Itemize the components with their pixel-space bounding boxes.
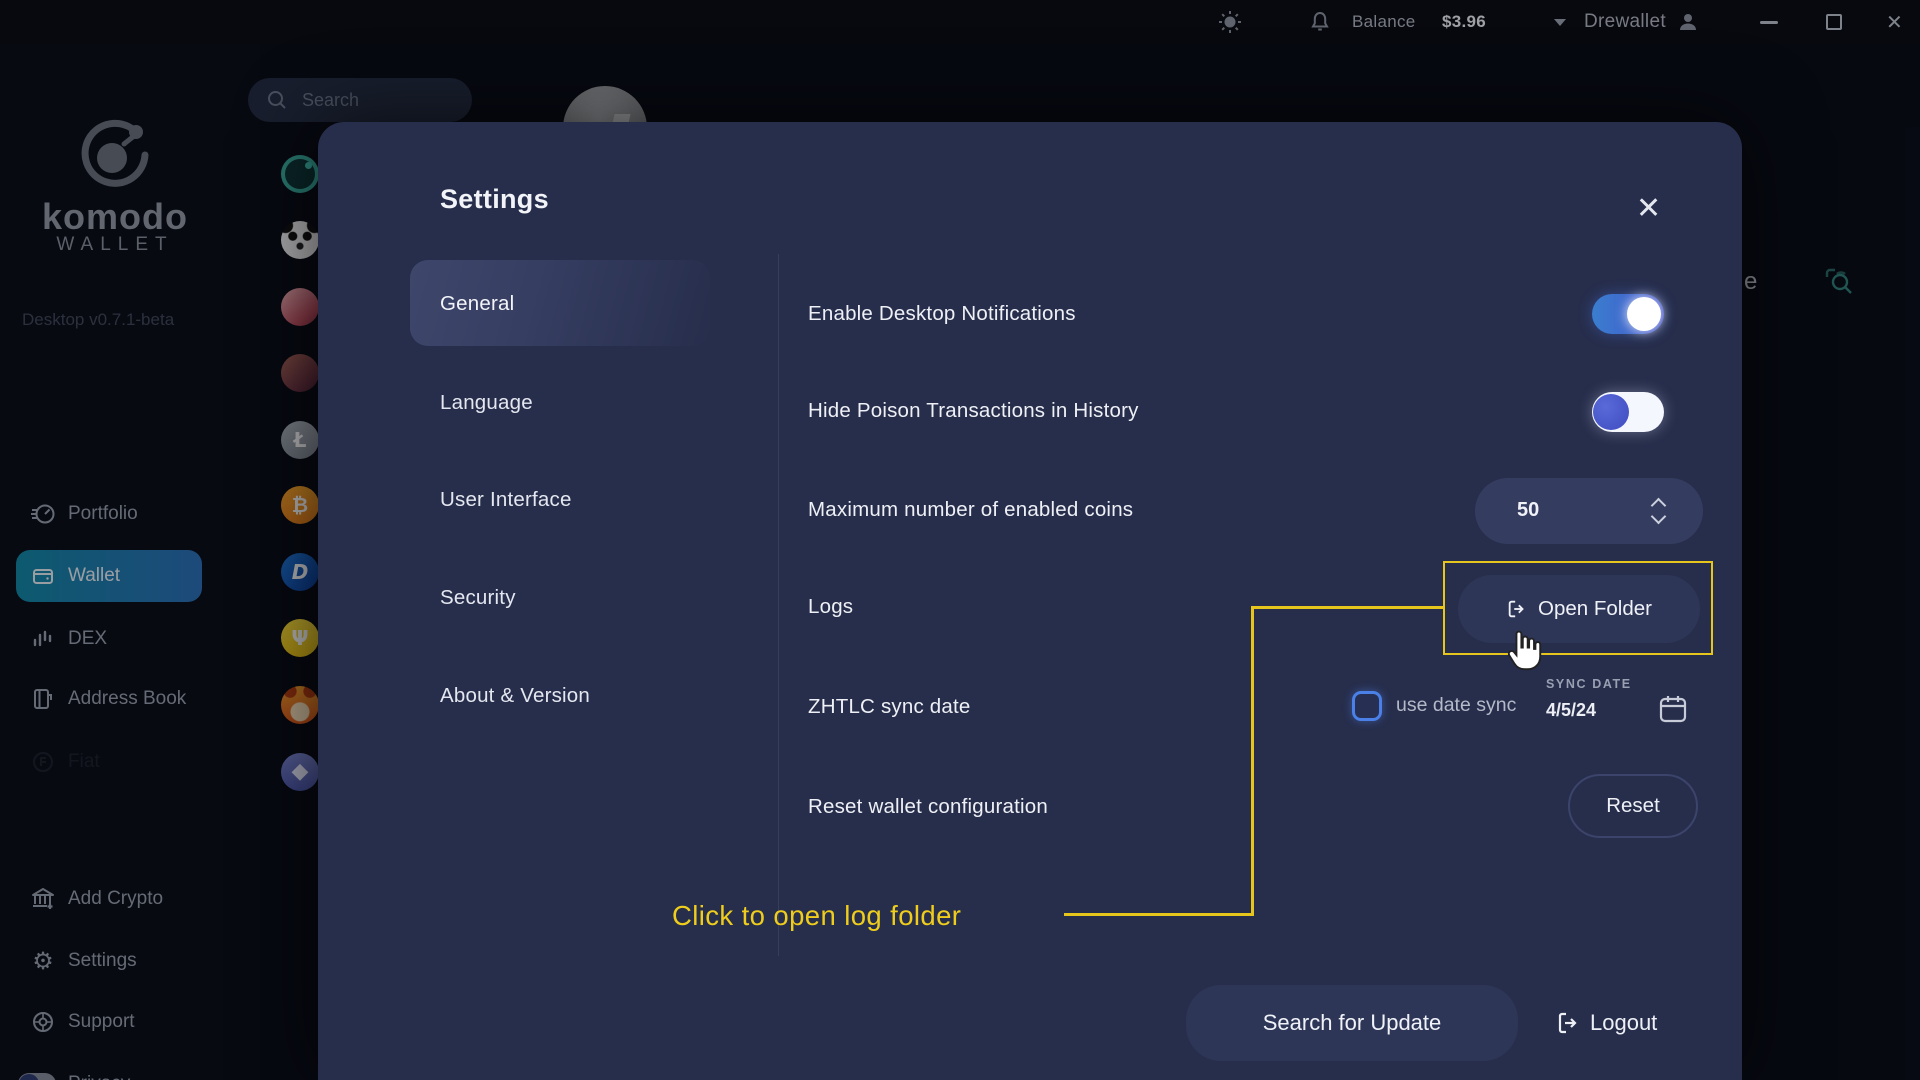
tab-user-interface[interactable]: User Interface (440, 480, 730, 520)
annotation-text: Click to open log folder (672, 900, 962, 931)
annotation-line-horizontal-2 (1251, 606, 1443, 609)
use-date-sync-label[interactable]: use date sync (1396, 694, 1516, 717)
annotation-line-vertical (1251, 606, 1254, 916)
annotation-line-horizontal-1 (1064, 913, 1252, 916)
setting-label-notifications: Enable Desktop Notifications (808, 302, 1076, 325)
mouse-cursor-hand-icon (1502, 628, 1546, 678)
logout-icon (1558, 1012, 1577, 1034)
setting-label-max-coins: Maximum number of enabled coins (808, 498, 1134, 521)
setting-label-reset: Reset wallet configuration (808, 795, 1048, 818)
annotation-highlight-box (1443, 561, 1713, 655)
sync-date-value: 4/5/24 (1546, 700, 1597, 720)
notifications-toggle[interactable] (1592, 294, 1664, 334)
use-date-sync-checkbox[interactable] (1352, 691, 1382, 721)
tab-general[interactable]: General (440, 284, 730, 324)
setting-label-zhtlc: ZHTLC sync date (808, 695, 971, 718)
calendar-icon[interactable] (1658, 693, 1688, 725)
section-divider (778, 254, 779, 956)
logout-button[interactable]: Logout (1556, 1010, 1657, 1036)
tab-security[interactable]: Security (440, 578, 730, 618)
hide-poison-toggle[interactable] (1592, 392, 1664, 432)
app-window: Balance $3.96 Drewallet ✕ komodo WALLET … (0, 0, 1920, 1080)
max-coins-stepper[interactable]: 50 (1475, 478, 1703, 544)
modal-title: Settings (440, 184, 549, 214)
reset-button[interactable]: Reset (1568, 774, 1698, 838)
max-coins-value: 50 (1517, 499, 1540, 521)
sync-date-label: SYNC DATE (1546, 677, 1632, 691)
chevron-down-icon[interactable] (1650, 508, 1667, 525)
setting-label-logs: Logs (808, 595, 854, 618)
tab-language[interactable]: Language (440, 383, 730, 423)
tab-about-version[interactable]: About & Version (440, 676, 730, 716)
setting-label-hide-poison: Hide Poison Transactions in History (808, 399, 1139, 422)
search-for-update-button[interactable]: Search for Update (1186, 985, 1518, 1061)
close-icon[interactable]: ✕ (1636, 194, 1661, 224)
